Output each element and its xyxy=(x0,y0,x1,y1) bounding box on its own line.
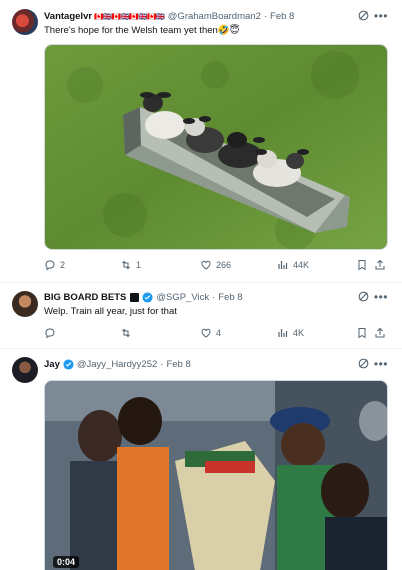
handle[interactable]: @Jayy_Hardyy252 xyxy=(77,359,157,370)
grok-icon[interactable] xyxy=(357,9,370,22)
more-icon[interactable]: ••• xyxy=(374,10,388,22)
avatar[interactable] xyxy=(12,357,38,383)
bookmark-icon xyxy=(358,328,366,339)
reply-icon xyxy=(45,260,55,271)
views-count: 44K xyxy=(293,260,310,270)
tweet-video[interactable]: 0:04 xyxy=(44,380,388,570)
more-icon[interactable]: ••• xyxy=(374,291,388,303)
tweet-actions: 2 1 266 44K xyxy=(44,259,386,273)
views-icon xyxy=(278,329,288,337)
retweet-icon xyxy=(122,328,130,338)
name-flags: 🇨🇦🇬🇧🇨🇦🇬🇧🇨🇦🇬🇧🇨🇦🇬🇧 xyxy=(94,11,165,21)
timestamp[interactable]: Feb 8 xyxy=(166,359,190,370)
tweet[interactable]: Vantagelvr 🇨🇦🇬🇧🇨🇦🇬🇧🇨🇦🇬🇧🇨🇦🇬🇧 @GrahamBoard… xyxy=(0,0,402,283)
avatar[interactable] xyxy=(12,9,38,35)
tweet-text: There's hope for the Welsh team yet then… xyxy=(44,25,240,36)
share-button[interactable] xyxy=(374,327,390,339)
retweet-button[interactable]: 1 xyxy=(120,259,141,271)
verified-icon xyxy=(142,291,153,303)
tweet-image[interactable] xyxy=(44,44,388,250)
like-button[interactable]: 4 xyxy=(200,327,221,339)
views-icon xyxy=(278,261,288,269)
like-icon xyxy=(201,328,211,338)
views-button[interactable]: 4K xyxy=(277,327,304,339)
tweet-actions: 4 4K xyxy=(44,327,386,341)
avatar[interactable] xyxy=(12,291,38,317)
like-icon xyxy=(201,260,211,270)
like-button[interactable]: 266 xyxy=(200,259,231,271)
reply-count: 2 xyxy=(60,260,66,270)
share-icon xyxy=(375,327,385,338)
grok-icon[interactable] xyxy=(357,357,370,370)
display-name[interactable]: BIG BOARD BETS xyxy=(44,292,126,303)
handle[interactable]: @SGP_Vick xyxy=(156,292,209,303)
lambs-in-trough-image xyxy=(45,45,387,249)
views-count: 4K xyxy=(293,328,305,338)
tweet-text: Welp. Train all year, just for that xyxy=(44,306,177,317)
bookmark-icon xyxy=(358,260,366,271)
separator: · xyxy=(160,358,164,370)
separator: · xyxy=(263,10,268,22)
video-duration: 0:04 xyxy=(53,556,80,568)
like-count: 4 xyxy=(216,328,222,338)
separator: · xyxy=(212,291,216,303)
display-name[interactable]: Vantagelvr xyxy=(44,11,92,22)
retweet-button[interactable] xyxy=(120,327,136,339)
tweet[interactable]: Jay @Jayy_Hardyy252 · Feb 8 ••• 0:04 xyxy=(0,349,402,570)
timestamp[interactable]: Feb 8 xyxy=(218,292,242,303)
grok-icon[interactable] xyxy=(357,290,370,303)
tweet[interactable]: BIG BOARD BETS @SGP_Vick · Feb 8 ••• Wel… xyxy=(0,283,402,349)
handle[interactable]: @GrahamBoardman2 xyxy=(168,11,261,22)
views-button[interactable]: 44K xyxy=(277,259,309,271)
more-icon[interactable]: ••• xyxy=(374,358,388,370)
reply-button[interactable]: 2 xyxy=(44,259,65,271)
retweet-icon xyxy=(122,260,130,270)
reply-icon xyxy=(45,328,55,339)
share-icon xyxy=(375,259,385,270)
verified-icon xyxy=(63,358,74,370)
video-frame-image xyxy=(45,381,387,570)
timestamp[interactable]: Feb 8 xyxy=(270,11,294,22)
bookmark-button[interactable] xyxy=(356,327,372,339)
like-count: 266 xyxy=(216,260,232,270)
share-button[interactable] xyxy=(374,259,390,271)
affiliate-badge-icon xyxy=(130,292,140,302)
reply-button[interactable] xyxy=(44,327,60,339)
retweet-count: 1 xyxy=(136,260,142,270)
display-name[interactable]: Jay xyxy=(44,359,60,370)
bookmark-button[interactable] xyxy=(356,259,372,271)
